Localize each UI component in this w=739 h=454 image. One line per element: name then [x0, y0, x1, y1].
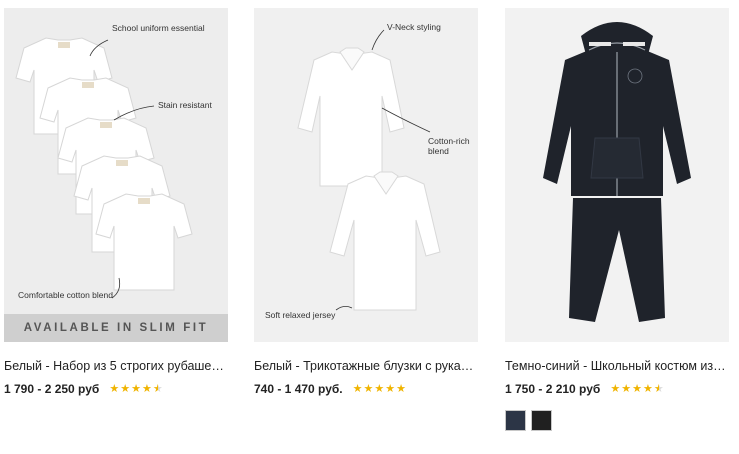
callout-text: Soft relaxed jersey	[265, 310, 336, 320]
shirt-label-tag	[58, 42, 70, 48]
price-row: 1 750 - 2 210 руб ★ ★ ★ ★ ★	[505, 381, 729, 397]
rating-stars: ★ ★ ★ ★ ★	[352, 382, 407, 395]
star-icon: ★	[642, 382, 653, 395]
star-icon: ★	[152, 382, 163, 395]
star-icon: ★	[131, 382, 141, 395]
blouses-illustration	[297, 29, 441, 311]
callout-text: School uniform essential	[112, 23, 205, 33]
product-title[interactable]: Белый - Трикотажные блузки с рукавами тр…	[254, 359, 476, 373]
product-image[interactable]	[505, 8, 729, 342]
rating-stars: ★ ★ ★ ★ ★	[610, 382, 664, 395]
product-card[interactable]: School uniform essential Stain resistant…	[4, 8, 228, 397]
product-image[interactable]: V-Neck styling Cotton-rich blend Soft re…	[254, 8, 478, 342]
product-price: 1 790 - 2 250 руб	[4, 382, 100, 396]
product-card[interactable]: V-Neck styling Cotton-rich blend Soft re…	[254, 8, 478, 397]
shirt-label-tag	[100, 122, 112, 128]
star-icon: ★	[374, 382, 385, 395]
star-icon: ★	[653, 382, 664, 395]
callout-text: Comfortable cotton blend	[18, 290, 113, 300]
rating-stars: ★ ★ ★ ★ ★	[109, 382, 163, 395]
color-swatch[interactable]	[505, 410, 526, 431]
shirt-label-tag	[116, 160, 128, 166]
star-icon: ★	[141, 382, 152, 395]
star-icon: ★	[352, 382, 363, 395]
callout-text: V-Neck styling	[387, 22, 441, 32]
color-swatch[interactable]	[531, 410, 552, 431]
callout-text: Stain resistant	[158, 100, 212, 110]
color-swatches	[505, 410, 729, 431]
product-image[interactable]: School uniform essential Stain resistant…	[4, 8, 228, 342]
star-icon: ★	[396, 382, 407, 395]
product-price: 740 - 1 470 руб.	[254, 382, 343, 396]
star-icon: ★	[632, 382, 642, 395]
star-icon: ★	[621, 382, 632, 395]
product-card[interactable]: Темно-синий - Школьный костюм из толстов…	[505, 8, 729, 431]
price-row: 1 790 - 2 250 руб ★ ★ ★ ★ ★	[4, 381, 228, 397]
star-icon: ★	[363, 382, 374, 395]
star-icon: ★	[109, 382, 120, 395]
promo-banner: AVAILABLE IN SLIM FIT	[4, 314, 228, 342]
star-icon: ★	[610, 382, 621, 395]
star-icon: ★	[120, 382, 131, 395]
product-title[interactable]: Темно-синий - Школьный костюм из толстов…	[505, 359, 727, 373]
price-row: 740 - 1 470 руб. ★ ★ ★ ★ ★	[254, 381, 478, 397]
callout-text: Cotton-rich blend	[428, 136, 470, 156]
shirt-label-tag	[82, 82, 94, 88]
product-title[interactable]: Белый - Набор из 5 строгих рубашек с кор…	[4, 359, 226, 373]
shirt-label-tag	[138, 198, 150, 204]
tracksuit-illustration	[543, 22, 691, 322]
product-price: 1 750 - 2 210 руб	[505, 382, 601, 396]
star-icon: ★	[385, 382, 396, 395]
